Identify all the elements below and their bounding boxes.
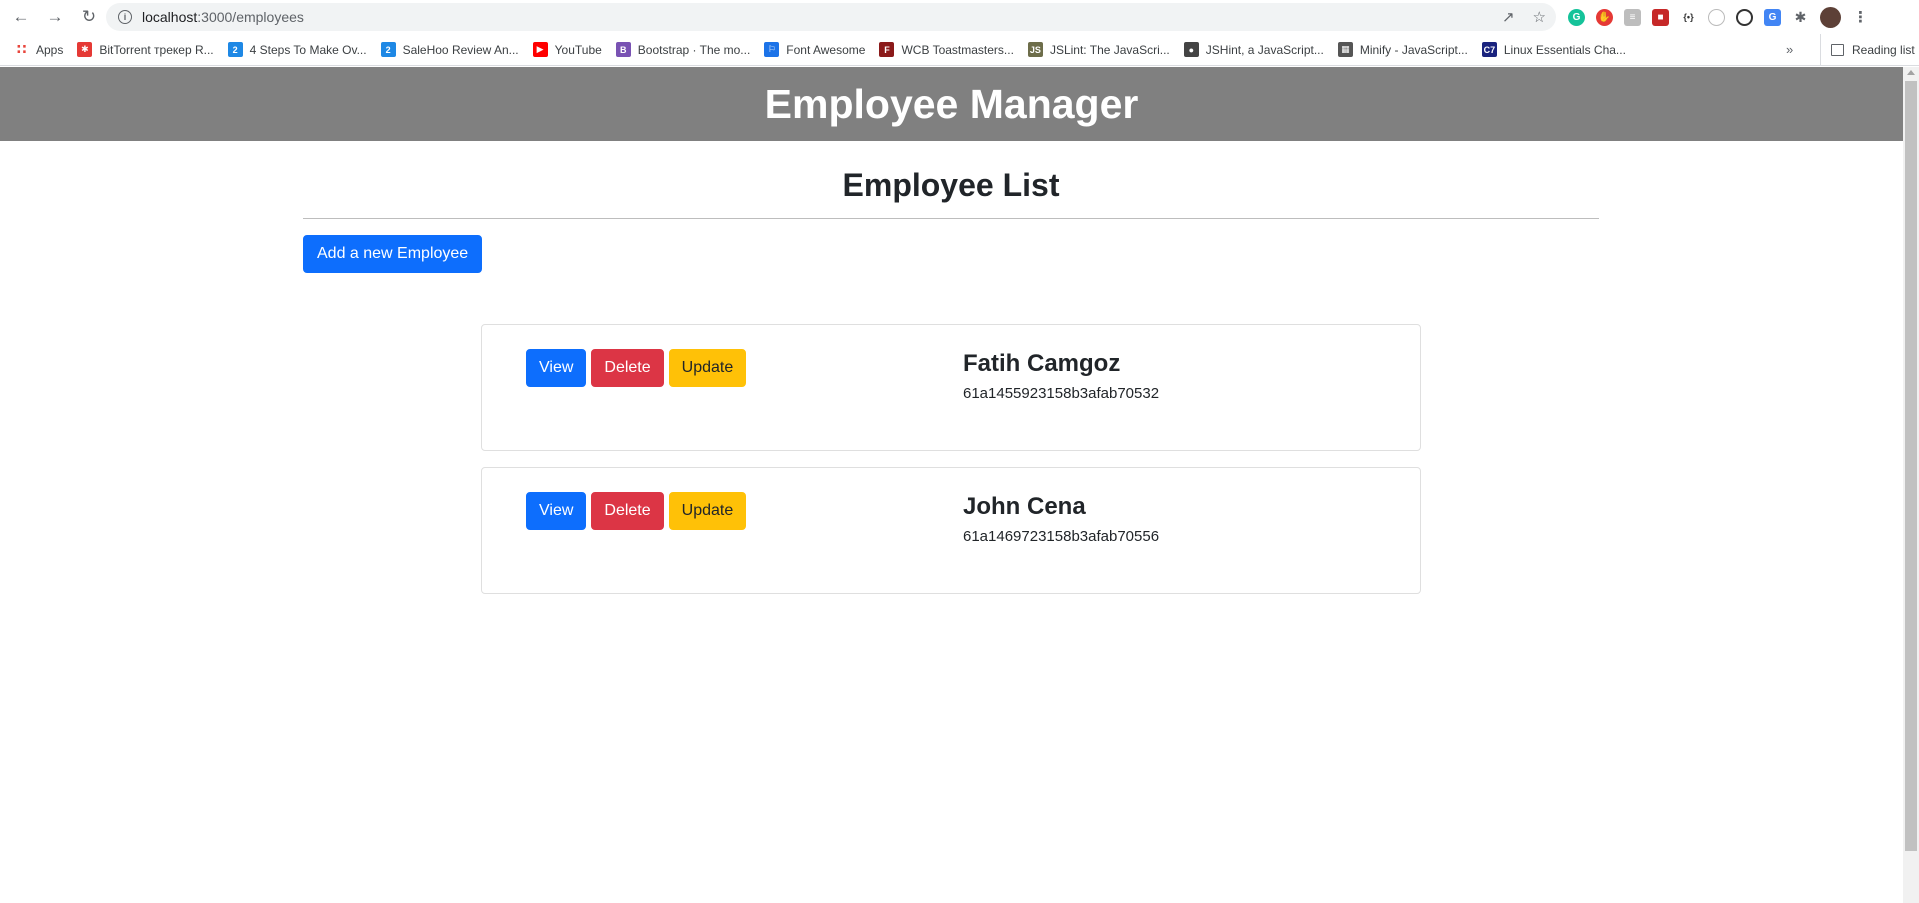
bookmark-label: WCB Toastmasters... (901, 42, 1014, 57)
bootstrap-icon: B (615, 42, 631, 57)
app-header: Employee Manager (0, 67, 1903, 141)
bookmark-label: Bootstrap · The mo... (637, 42, 751, 57)
bookmark-item[interactable]: 2 4 Steps To Make Ov... (227, 42, 367, 57)
bookmark-label: Minify - JavaScript... (1359, 42, 1468, 57)
scroll-thumb[interactable] (1905, 81, 1917, 851)
jslint-icon: JS (1027, 42, 1043, 57)
reading-list-label: Reading list (1852, 43, 1915, 57)
reading-list-button[interactable]: Reading list (1820, 34, 1915, 66)
delete-button[interactable]: Delete (591, 349, 664, 387)
bookmark-item[interactable]: B Bootstrap · The mo... (615, 42, 751, 57)
site-info-icon[interactable]: i (118, 10, 132, 24)
main-container: Employee List Add a new Employee View De… (303, 141, 1599, 594)
extension-red-icon[interactable]: ■ (1652, 8, 1669, 26)
bookmark-item[interactable]: F WCB Toastmasters... (879, 42, 1014, 57)
view-button[interactable]: View (526, 349, 587, 387)
json-viewer-icon[interactable]: {•} (1680, 8, 1697, 26)
bookmark-label: SaleHoo Review An... (402, 42, 519, 57)
apps-grid-icon: ∷ (16, 41, 27, 57)
employee-name: Fatih Camgoz (963, 350, 1121, 377)
reading-list-icon (1831, 44, 1844, 56)
extensions-puzzle-icon[interactable]: ✱ (1792, 8, 1809, 26)
bracket-2-icon: 2 (380, 42, 396, 57)
add-employee-button[interactable]: Add a new Employee (303, 235, 483, 273)
bookmarks-more-icon[interactable]: » (1786, 42, 1793, 57)
bookmark-item[interactable]: ▦ Minify - JavaScript... (1337, 42, 1468, 57)
share-icon[interactable]: ↗ (1502, 8, 1515, 26)
bookmark-item[interactable]: ● JSHint, a JavaScript... (1183, 42, 1324, 57)
bookmark-item[interactable]: ✱ BitTorrent трекер R... (77, 42, 214, 57)
translate-icon[interactable]: G (1764, 8, 1781, 26)
employee-info: John Cena 61a1469723158b3afab70556 (963, 492, 1159, 545)
employee-card: View Delete Update Fatih Camgoz 61a14559… (481, 324, 1421, 451)
extension-target-icon[interactable] (1736, 8, 1753, 26)
bookmark-item[interactable]: JS JSLint: The JavaScri... (1027, 42, 1170, 57)
profile-avatar-icon[interactable] (1820, 6, 1841, 28)
youtube-icon: ▶ (532, 42, 548, 57)
extension-gray-icon[interactable]: ≡ (1624, 8, 1641, 26)
bookmark-item[interactable]: ∷ Apps (14, 41, 64, 57)
star-icon[interactable]: ☆ (1533, 8, 1546, 26)
update-button[interactable]: Update (668, 349, 747, 387)
address-bar[interactable]: i localhost:3000/employees ↗ ☆ (106, 3, 1556, 31)
bookmark-label: Linux Essentials Cha... (1503, 42, 1626, 57)
reload-icon[interactable]: ↻ (74, 2, 104, 32)
bookmark-label: Font Awesome (786, 42, 866, 57)
flag-icon: ⚐ (764, 42, 780, 57)
back-icon[interactable]: ← (6, 2, 36, 32)
globe-icon: ● (1183, 42, 1199, 57)
card-actions: View Delete Update (526, 349, 747, 387)
employee-id: 61a1455923158b3afab70532 (963, 385, 1160, 402)
forward-icon[interactable]: → (40, 2, 70, 32)
view-button[interactable]: View (526, 492, 587, 530)
bittorrent-icon: ✱ (77, 42, 93, 57)
scroll-up-icon[interactable] (1907, 70, 1915, 75)
page-scrollbar[interactable] (1903, 67, 1919, 903)
url-text: localhost:3000/employees (142, 9, 304, 25)
extensions-area: G ✋ ≡ ■ {•} G ✱ ⋮ (1568, 4, 1869, 30)
bookmark-label: JSLint: The JavaScri... (1049, 42, 1170, 57)
update-button[interactable]: Update (668, 492, 747, 530)
bookmark-item[interactable]: ⚐ Font Awesome (764, 42, 865, 57)
adblock-icon[interactable]: ✋ (1596, 8, 1613, 26)
bookmark-item[interactable]: 2 SaleHoo Review An... (380, 42, 519, 57)
employee-name: John Cena (963, 493, 1086, 520)
card-actions: View Delete Update (526, 492, 747, 530)
bookmark-item[interactable]: C7 Linux Essentials Cha... (1481, 42, 1626, 57)
bracket-2-icon: 2 (227, 42, 243, 57)
employee-card: View Delete Update John Cena 61a14697231… (481, 467, 1421, 594)
app-title: Employee Manager (764, 80, 1139, 127)
bookmark-label: BitTorrent трекер R... (99, 42, 214, 57)
employee-id: 61a1469723158b3afab70556 (963, 528, 1160, 545)
page-title: Employee List (842, 167, 1060, 203)
bookmark-label: 4 Steps To Make Ov... (249, 42, 367, 57)
bookmark-label: Apps (36, 42, 64, 57)
page-viewport: Employee Manager Employee List Add a new… (0, 67, 1903, 903)
title-divider (303, 218, 1599, 219)
menu-kebab-icon[interactable]: ⋮ (1852, 8, 1869, 26)
bookmark-item[interactable]: ▶ YouTube (532, 42, 602, 57)
grammarly-icon[interactable]: G (1568, 8, 1585, 26)
extension-circle-icon[interactable] (1708, 8, 1725, 26)
c7-icon: C7 (1481, 42, 1497, 57)
minify-icon: ▦ (1337, 42, 1353, 57)
bookmarks-bar: ∷ Apps ✱ BitTorrent трекер R... 2 4 Steps To … (0, 34, 1919, 66)
url-path: :3000/employees (197, 9, 304, 25)
url-host: localhost (142, 9, 198, 25)
fth-icon: F (879, 42, 895, 57)
employee-info: Fatih Camgoz 61a1455923158b3afab70532 (963, 349, 1159, 402)
bookmark-label: JSHint, a JavaScript... (1205, 42, 1324, 57)
delete-button[interactable]: Delete (591, 492, 664, 530)
bookmark-label: YouTube (554, 42, 602, 57)
browser-toolbar: ← → ↻ i localhost:3000/employees ↗ ☆ G ✋… (0, 0, 1919, 34)
